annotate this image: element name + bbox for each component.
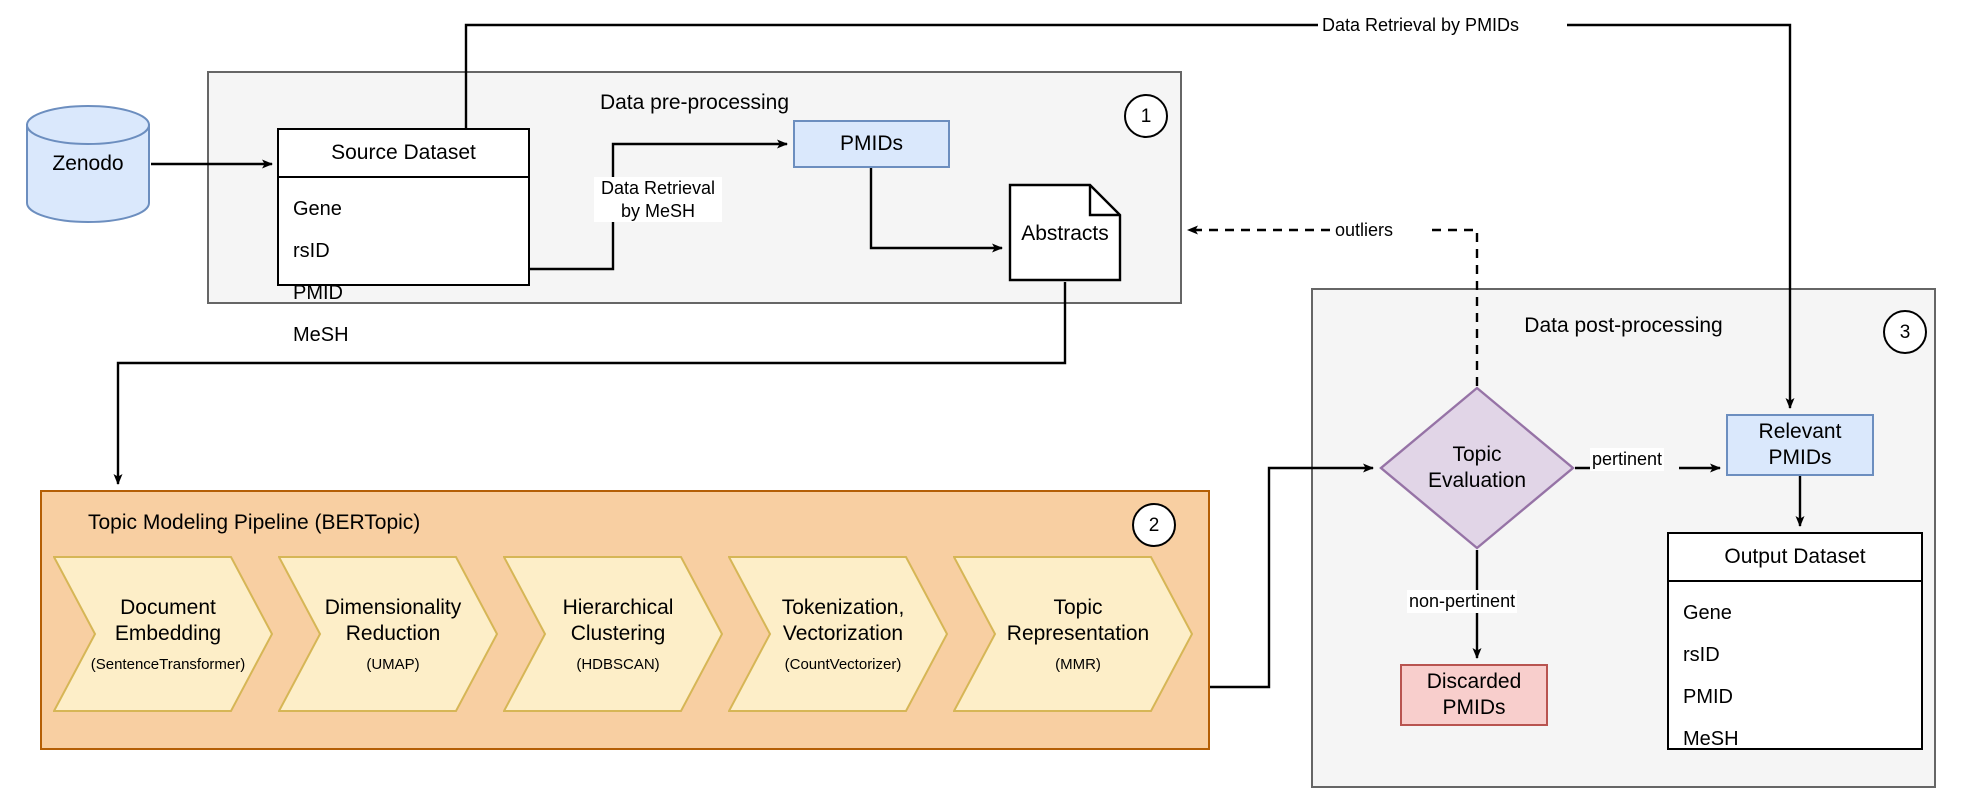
- diagram-canvas: Data pre-processing 1 Topic Modeling Pip…: [0, 0, 1962, 804]
- discarded-pmids-box[interactable]: Discarded PMIDs: [1400, 664, 1548, 726]
- source-dataset-field: rsID: [293, 240, 330, 262]
- edge-label-pertinent: pertinent: [1590, 448, 1665, 471]
- group-preprocessing-title: Data pre-processing: [599, 91, 790, 114]
- pipeline-step-dimensionality-reduction[interactable]: Dimensionality Reduction (UMAP): [277, 556, 499, 712]
- relevant-pmids-box[interactable]: Relevant PMIDs: [1726, 414, 1874, 476]
- source-dataset-field: PMID: [293, 282, 343, 304]
- pmids-box[interactable]: PMIDs: [793, 120, 950, 168]
- chevron-shape: [52, 556, 274, 712]
- relevant-pmids-label: Relevant PMIDs: [1758, 419, 1842, 469]
- chevron-shape: [502, 556, 724, 712]
- chevron-shape: [277, 556, 499, 712]
- chevron-shape: [952, 556, 1194, 712]
- pipeline-step-tokenization-vectorization[interactable]: Tokenization, Vectorization (CountVector…: [727, 556, 949, 712]
- group-postprocessing-title: Data post-processing: [1524, 314, 1723, 337]
- abstracts-document[interactable]: Abstracts: [1008, 183, 1122, 282]
- chevron-shape: [727, 556, 949, 712]
- output-dataset-table[interactable]: Output Dataset Gene rsID PMID MeSH: [1667, 532, 1923, 750]
- edge-label-non-pertinent: non-pertinent: [1407, 590, 1518, 613]
- discarded-pmids-label: Discarded PMIDs: [1426, 669, 1522, 719]
- pipeline-step-hierarchical-clustering[interactable]: Hierarchical Clustering (HDBSCAN): [502, 556, 724, 712]
- pipeline-step-topic-representation[interactable]: Topic Representation (MMR): [952, 556, 1194, 712]
- source-dataset-field: MeSH: [293, 324, 349, 346]
- zenodo-datastore[interactable]: Zenodo: [25, 105, 151, 223]
- pipeline-step-document-embedding[interactable]: Document Embedding (SentenceTransformer): [52, 556, 274, 712]
- badge-postprocessing: 3: [1883, 310, 1927, 354]
- source-dataset-table[interactable]: Source Dataset Gene rsID PMID MeSH: [277, 128, 530, 345]
- topic-evaluation-decision[interactable]: Topic Evaluation: [1379, 386, 1575, 550]
- output-dataset-fields: Gene rsID PMID MeSH: [1669, 582, 1921, 760]
- group-pipeline-title: Topic Modeling Pipeline (BERTopic): [88, 511, 421, 534]
- cylinder-icon: [26, 105, 150, 223]
- edge-label-data-retrieval-pmids: Data Retrieval by PMIDs: [1320, 14, 1522, 37]
- output-dataset-field: rsID: [1683, 644, 1720, 666]
- badge-pipeline: 2: [1132, 503, 1176, 547]
- edge-abstracts-to-pipeline: [113, 282, 1067, 485]
- diamond-shape: [1379, 386, 1575, 550]
- output-dataset-field: Gene: [1683, 602, 1732, 624]
- badge-preprocessing: 1: [1124, 94, 1168, 138]
- pmids-label: PMIDs: [840, 131, 903, 155]
- source-dataset-title: Source Dataset: [279, 130, 528, 178]
- output-dataset-field: PMID: [1683, 686, 1733, 708]
- edge-label-outliers: outliers: [1333, 219, 1396, 242]
- document-icon: [1008, 183, 1122, 282]
- edge-label-data-retrieval-mesh: Data Retrieval by MeSH: [594, 177, 722, 222]
- source-dataset-field: Gene: [293, 198, 342, 220]
- source-dataset-fields: Gene rsID PMID MeSH: [279, 178, 528, 356]
- output-dataset-field: MeSH: [1683, 728, 1739, 750]
- output-dataset-title: Output Dataset: [1669, 534, 1921, 582]
